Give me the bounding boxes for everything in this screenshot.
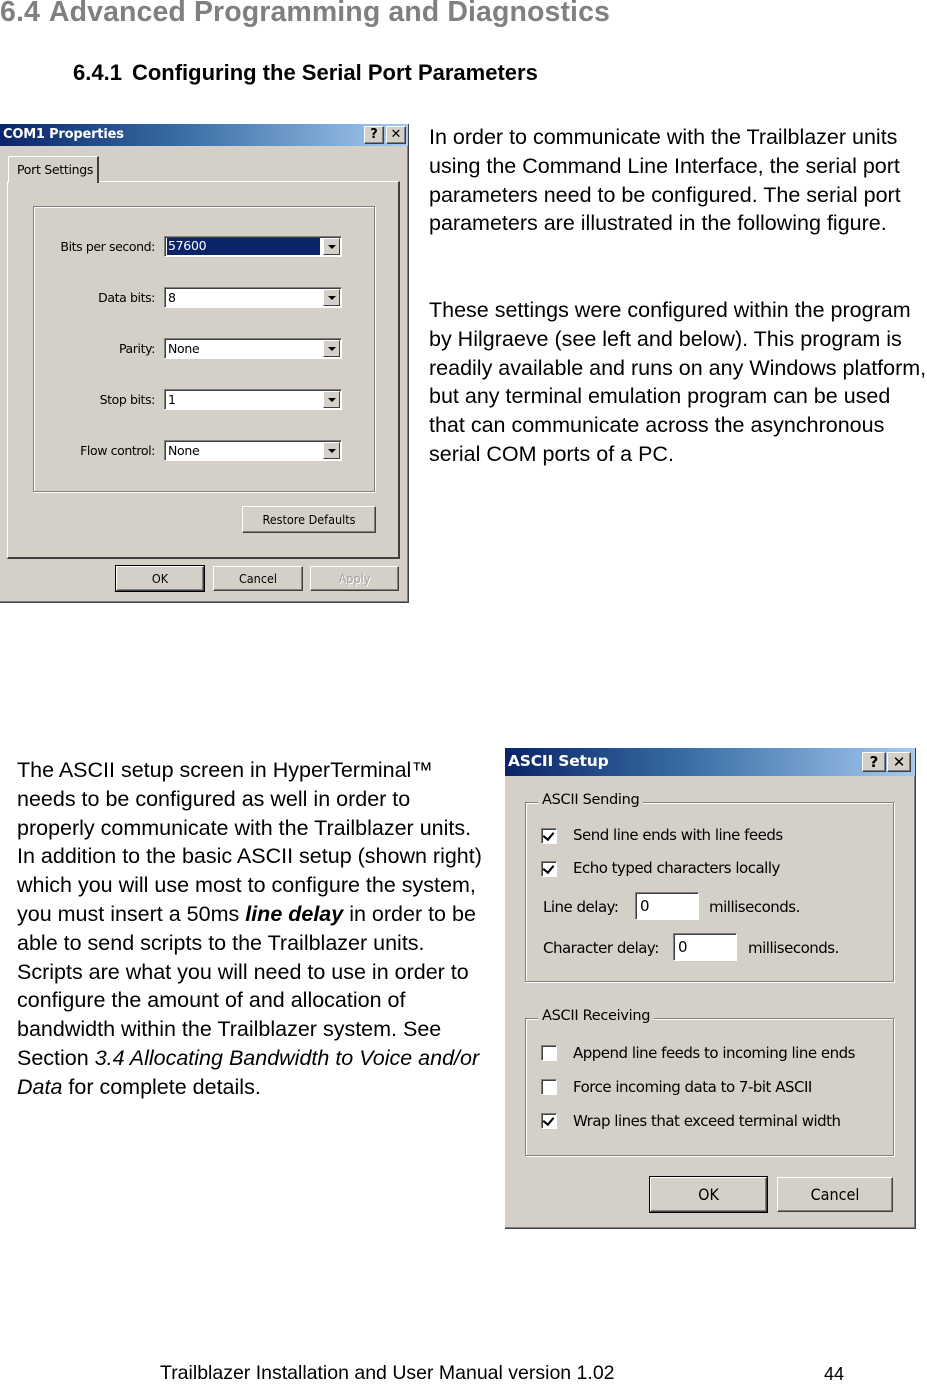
character-delay-input[interactable]: 0 [673, 933, 737, 961]
select-value: None [168, 341, 200, 356]
page-number: 44 [824, 1364, 845, 1384]
character-delay-unit: milliseconds. [748, 939, 839, 957]
line-delay-input[interactable]: 0 [635, 892, 699, 920]
line-delay-emphasis: line delay [245, 901, 344, 926]
restore-defaults-button[interactable]: Restore Defaults [242, 506, 376, 533]
cancel-button[interactable]: Cancel [777, 1177, 893, 1212]
close-button[interactable]: ✕ [386, 126, 406, 144]
input-value: 0 [640, 897, 650, 915]
stop-bits-label: Stop bits: [99, 392, 156, 407]
hilgraeve-paragraph: These settings were configured within th… [429, 298, 927, 466]
dialog-title: ASCII Setup [508, 752, 609, 770]
tab-label: Port Settings [17, 162, 94, 177]
flow-control-select[interactable]: None [164, 440, 342, 461]
parity-select[interactable]: None [164, 338, 342, 359]
group-label: ASCII Sending [538, 792, 644, 808]
echo-typed-label[interactable]: Echo typed characters locally [573, 859, 780, 877]
stop-bits-select[interactable]: 1 [164, 389, 342, 410]
cancel-button[interactable]: Cancel [213, 566, 303, 591]
ok-button[interactable]: OK [115, 565, 205, 592]
text-run: The ASCII setup screen in HyperTerminal™… [17, 758, 482, 926]
line-delay-unit: milliseconds. [709, 898, 800, 916]
ascii-setup-dialog: ASCII Setup ? ✕ ASCII Sending Send line … [505, 748, 916, 1229]
wrap-lines-checkbox[interactable] [541, 1113, 557, 1129]
close-icon: ✕ [892, 753, 906, 771]
flow-control-label: Flow control: [80, 443, 155, 458]
bits-per-second-select[interactable]: 57600 [164, 236, 342, 257]
force-7bit-checkbox[interactable] [541, 1079, 557, 1095]
echo-typed-checkbox[interactable] [541, 861, 557, 877]
apply-button[interactable]: Apply [310, 566, 399, 591]
append-line-feeds-label[interactable]: Append line feeds to incoming line ends [573, 1044, 855, 1062]
title-bar[interactable]: ASCII Setup ? ✕ [505, 748, 915, 776]
character-delay-label: Character delay: [543, 939, 659, 957]
close-button[interactable]: ✕ [887, 752, 911, 772]
footer-title: Trailblazer Installation and User Manual… [160, 1362, 615, 1384]
select-value: 8 [168, 290, 176, 305]
close-icon: ✕ [390, 127, 402, 142]
dialog-title: COM1 Properties [3, 127, 124, 142]
force-7bit-label[interactable]: Force incoming data to 7-bit ASCII [573, 1078, 812, 1096]
ok-button[interactable]: OK [649, 1176, 768, 1213]
text-run: for complete details. [62, 1074, 261, 1099]
chevron-down-icon[interactable] [323, 340, 340, 357]
wrap-lines-label[interactable]: Wrap lines that exceed terminal width [573, 1112, 841, 1130]
parity-label: Parity: [118, 341, 155, 356]
line-delay-label: Line delay: [543, 898, 619, 916]
section-number: 6.4 [0, 0, 40, 28]
subsection-heading: 6.4.1 Configuring the Serial Port Paramet… [73, 60, 538, 86]
select-value: 57600 [167, 238, 320, 255]
subsection-number: 6.4.1 [73, 60, 122, 85]
chevron-down-icon[interactable] [323, 391, 340, 408]
subsection-title: Configuring the Serial Port Parameters [131, 60, 538, 85]
text-run: in order to be able to send scripts to t… [17, 901, 476, 1070]
tab-port-settings[interactable]: Port Settings [8, 156, 99, 183]
help-button[interactable]: ? [364, 126, 384, 144]
bits-per-second-label: Bits per second: [60, 239, 155, 254]
chevron-down-icon[interactable] [323, 289, 340, 306]
intro-paragraph: In order to communicate with the Trailbl… [429, 125, 901, 236]
section-title: Advanced Programming and Diagnostics [48, 0, 610, 28]
data-bits-label: Data bits: [98, 290, 155, 305]
ascii-setup-paragraph: The ASCII setup screen in HyperTerminal™… [17, 756, 492, 1102]
chevron-down-icon[interactable] [323, 442, 340, 459]
select-value: 1 [168, 392, 176, 407]
select-value: None [168, 443, 200, 458]
section-heading: 6.4 Advanced Programming and Diagnostics [0, 0, 610, 29]
data-bits-select[interactable]: 8 [164, 287, 342, 308]
send-line-ends-checkbox[interactable] [541, 828, 557, 844]
com1-properties-dialog: COM1 Properties ? ✕ Port Settings Bits p… [0, 124, 409, 603]
chevron-down-icon[interactable] [323, 238, 340, 255]
send-line-ends-label[interactable]: Send line ends with line feeds [573, 826, 783, 844]
group-label: ASCII Receiving [538, 1008, 655, 1024]
append-line-feeds-checkbox[interactable] [541, 1045, 557, 1061]
input-value: 0 [678, 938, 688, 956]
title-bar[interactable]: COM1 Properties ? ✕ [0, 124, 408, 146]
help-button[interactable]: ? [862, 752, 886, 772]
